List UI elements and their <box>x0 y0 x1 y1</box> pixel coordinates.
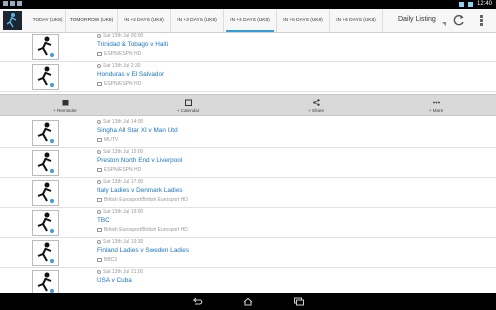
tv-icon <box>97 258 102 262</box>
football-player-icon <box>32 120 59 146</box>
tv-icon <box>97 168 102 172</box>
list-item[interactable]: Sat 13th Jul 19:30 Finland Ladies v Swed… <box>0 238 496 268</box>
back-icon[interactable] <box>191 297 203 306</box>
listing-dropdown-label: Daily Listing <box>398 16 436 23</box>
tab-in-3-days[interactable]: IN +3 DAYS (UK8) <box>171 9 224 32</box>
event-channel: ESPN/ESPN HD <box>97 167 141 173</box>
event-time: Sat 13th Jul 21:00 <box>97 269 143 275</box>
event-title: Preston North End v Liverpool <box>97 157 183 164</box>
list-item[interactable]: Sat 13th Jul 19:00 TBC British Eurosport… <box>0 208 496 238</box>
football-player-icon <box>32 210 59 236</box>
notification-icons <box>3 1 22 6</box>
event-channel: British Eurosport/British Eurosport HD <box>97 197 188 203</box>
app-logo-icon[interactable] <box>3 11 22 30</box>
calendar-icon <box>184 99 192 106</box>
share-button[interactable]: + Share <box>286 95 346 117</box>
listing-dropdown[interactable]: Daily Listing <box>398 12 446 27</box>
reminder-button[interactable]: + Reminder <box>35 95 95 117</box>
event-time: Sat 13th Jul 17:00 <box>97 179 143 185</box>
event-title: Trinidad & Tobago v Haiti <box>97 41 169 48</box>
event-channel: MUTV <box>97 137 118 143</box>
event-time: Sat 13th Jul 15:00 <box>97 149 143 155</box>
event-title: USA v Cuba <box>97 277 132 284</box>
tv-icon <box>97 52 102 56</box>
clock-icon <box>97 150 101 154</box>
wifi-icon <box>458 1 464 7</box>
calendar-button[interactable]: + Calendar <box>158 95 218 117</box>
event-time: Sat 13th Jul 00:00 <box>97 33 143 39</box>
list-item[interactable]: Sat 13th Jul 00:00 Trinidad & Tobago v H… <box>0 32 496 62</box>
day-tabs: TODAY (UK8) TOMORROW (UK8) IN +2 DAYS (U… <box>30 9 383 32</box>
clock-icon <box>97 34 101 38</box>
status-bar: 12:40 <box>0 0 496 9</box>
tv-icon <box>97 228 102 232</box>
tab-in-2-days[interactable]: IN +2 DAYS (UK8) <box>118 9 171 32</box>
home-icon[interactable] <box>242 297 254 306</box>
event-title: Italy Ladies v Denmark Ladies <box>97 187 183 194</box>
tab-in-4-days[interactable]: IN +4 DAYS (UK8) <box>224 9 277 32</box>
clock-icon <box>97 270 101 274</box>
action-bar: + Reminder + Calendar + Share + More <box>0 94 496 116</box>
list-item[interactable]: Sat 13th Jul 15:00 Preston North End v L… <box>0 148 496 178</box>
overflow-menu-icon[interactable] <box>480 15 484 27</box>
tv-icon <box>97 198 102 202</box>
battery-icon <box>467 1 473 7</box>
clock-icon <box>97 240 101 244</box>
event-title: Singha All Star XI v Man Utd <box>97 127 178 134</box>
clock-icon <box>97 180 101 184</box>
event-title: TBC <box>97 217 110 224</box>
tv-icon <box>97 138 102 142</box>
clock-icon <box>97 64 101 68</box>
clock-icon <box>97 210 101 214</box>
dropdown-caret-icon <box>442 22 446 26</box>
football-player-icon <box>32 150 59 176</box>
calendar-check-icon <box>62 100 68 106</box>
event-time: Sat 13th Jul 14:00 <box>97 119 143 125</box>
football-player-icon <box>32 180 59 206</box>
clock-icon <box>97 120 101 124</box>
event-channel: BBC3 <box>97 257 117 263</box>
list-item[interactable]: Sat 13th Jul 17:00 Italy Ladies v Denmar… <box>0 178 496 208</box>
event-channel: British Eurosport/British Eurosport HD <box>97 227 188 233</box>
football-player-icon <box>32 34 59 60</box>
status-right: 12:40 <box>458 1 492 7</box>
event-time: Sat 13th Jul 2:30 <box>97 63 141 69</box>
tab-in-6-days[interactable]: IN +6 DAYS (UK8) <box>330 9 383 32</box>
event-channel: ESPN/ESPN HD <box>97 81 141 87</box>
more-dots-icon <box>432 101 440 104</box>
refresh-icon[interactable] <box>453 14 465 26</box>
top-bar: TODAY (UK8) TOMORROW (UK8) IN +2 DAYS (U… <box>0 9 496 33</box>
list-item[interactable]: Sat 13th Jul 2:30 Honduras v El Salvador… <box>0 62 496 92</box>
tab-tomorrow[interactable]: TOMORROW (UK8) <box>66 9 118 32</box>
football-player-icon <box>32 240 59 266</box>
tv-icon <box>97 82 102 86</box>
share-icon <box>312 99 320 106</box>
more-button[interactable]: + More <box>406 95 466 117</box>
event-title: Honduras v El Salvador <box>97 71 165 78</box>
system-nav-bar <box>0 293 496 310</box>
event-time: Sat 13th Jul 19:30 <box>97 239 143 245</box>
football-player-icon <box>32 270 59 293</box>
tab-today[interactable]: TODAY (UK8) <box>30 9 66 32</box>
list-item[interactable]: Sat 13th Jul 14:00 Singha All Star XI v … <box>0 118 496 148</box>
event-title: Finland Ladies v Sweden Ladies <box>97 247 190 254</box>
event-list: Sat 13th Jul 00:00 Trinidad & Tobago v H… <box>0 32 496 293</box>
list-item[interactable]: Sat 13th Jul 21:00 USA v Cuba <box>0 268 496 293</box>
event-time: Sat 13th Jul 19:00 <box>97 209 143 215</box>
tab-in-5-days[interactable]: IN +5 DAYS (UK8) <box>277 9 330 32</box>
recent-apps-icon[interactable] <box>293 297 305 306</box>
football-player-icon <box>32 64 59 90</box>
clock: 12:40 <box>476 1 492 7</box>
event-channel: ESPN/ESPN HD <box>97 51 141 57</box>
